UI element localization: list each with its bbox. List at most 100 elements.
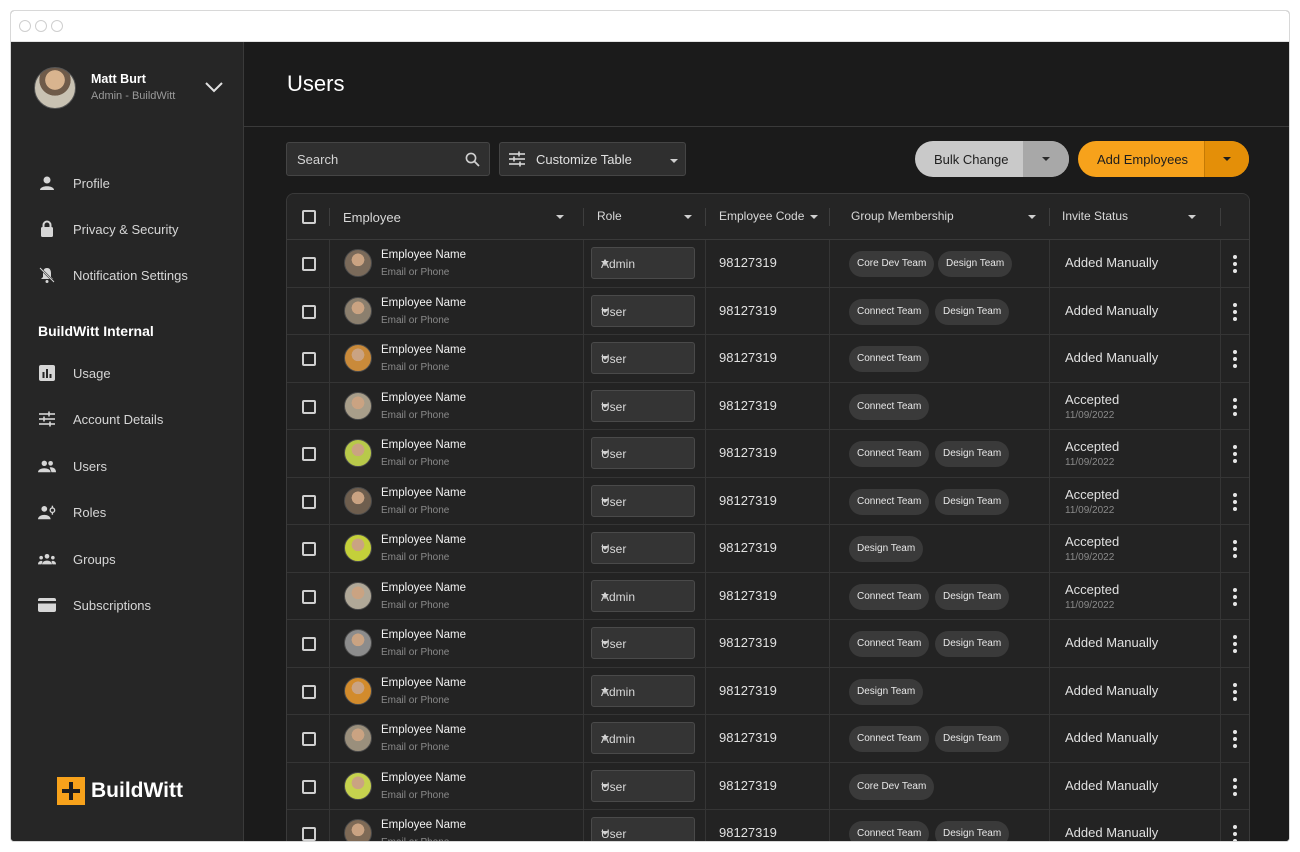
row-checkbox[interactable] <box>302 589 316 604</box>
column-header-invite-status[interactable]: Invite Status <box>1062 209 1128 223</box>
group-chip[interactable]: Core Dev Team <box>849 251 935 277</box>
sidebar-item-groups[interactable]: Groups <box>38 549 116 569</box>
role-select[interactable]: User <box>591 817 695 841</box>
group-chip[interactable]: Design Team <box>935 726 1010 752</box>
role-select[interactable]: User <box>591 484 695 517</box>
more-vert-icon[interactable] <box>1233 682 1237 701</box>
group-chip[interactable]: Connect Team <box>849 583 930 610</box>
window-minimize-dot[interactable] <box>35 20 47 32</box>
table-row[interactable]: Employee Name Email or Phone User 98127319 C… <box>287 335 1249 383</box>
row-checkbox[interactable] <box>302 779 316 794</box>
sidebar-item-roles[interactable]: Roles <box>38 502 106 522</box>
sidebar-item-account-details[interactable]: Account Details <box>38 409 163 429</box>
more-vert-icon[interactable] <box>1233 445 1237 463</box>
customize-table-dropdown[interactable]: Customize Table <box>499 142 686 176</box>
sidebar-item-usage[interactable]: Usage <box>38 363 111 383</box>
sidebar-item-privacy-security[interactable]: Privacy & Security <box>38 219 178 239</box>
table-row[interactable]: Employee Name Email or Phone Admin 98127319… <box>287 715 1249 763</box>
window-maximize-dot[interactable] <box>51 20 63 32</box>
more-vert-icon[interactable] <box>1233 397 1237 416</box>
more-vert-icon[interactable] <box>1233 540 1237 558</box>
group-chip[interactable]: Connect Team <box>849 631 930 657</box>
role-select[interactable]: Admin <box>591 579 695 612</box>
more-vert-icon[interactable] <box>1233 777 1237 796</box>
table-row[interactable]: Employee Name Email or Phone User 98127319 C… <box>287 477 1249 525</box>
table-row[interactable]: Employee Name Email or Phone User 98127319 C… <box>287 620 1249 668</box>
group-chip[interactable]: Design Team <box>935 488 1010 515</box>
group-chip[interactable]: Design Team <box>849 678 924 705</box>
table-row[interactable]: Employee Name Email or Phone Admin 98127319… <box>287 572 1249 620</box>
row-checkbox[interactable] <box>302 494 316 509</box>
group-chip[interactable]: Core Dev Team <box>849 773 935 800</box>
sort-caret-icon[interactable] <box>810 215 818 219</box>
group-chip[interactable]: Connect Team <box>849 393 930 420</box>
select-all-checkbox[interactable] <box>302 210 316 224</box>
table-row[interactable]: Employee Name Email or Phone User 98127319 C… <box>287 382 1249 430</box>
group-chip[interactable]: Design Team <box>935 583 1010 610</box>
more-vert-icon[interactable] <box>1233 635 1237 653</box>
role-select[interactable]: User <box>591 437 695 469</box>
more-vert-icon[interactable] <box>1233 825 1237 841</box>
role-select[interactable]: User <box>591 342 695 374</box>
role-select[interactable]: Admin <box>591 722 695 754</box>
more-vert-icon[interactable] <box>1233 492 1237 511</box>
sort-caret-icon[interactable] <box>1188 215 1196 219</box>
role-select[interactable]: User <box>591 294 695 327</box>
group-chip[interactable]: Design Team <box>935 821 1010 841</box>
sidebar-item-subscriptions[interactable]: Subscriptions <box>38 595 151 615</box>
chevron-down-icon[interactable] <box>204 77 224 97</box>
row-checkbox[interactable] <box>302 399 316 414</box>
column-header-group-membership[interactable]: Group Membership <box>851 209 954 223</box>
window-close-dot[interactable] <box>19 20 31 32</box>
add-employees-button[interactable]: Add Employees <box>1078 141 1249 177</box>
bulk-change-button[interactable]: Bulk Change <box>915 141 1069 177</box>
role-select[interactable]: User <box>591 389 695 422</box>
sort-caret-icon[interactable] <box>684 215 692 219</box>
search-icon[interactable] <box>465 152 480 167</box>
column-header-employee[interactable]: Employee <box>343 210 401 225</box>
row-checkbox[interactable] <box>302 447 316 461</box>
table-row[interactable]: Employee Name Email or Phone Admin 98127319… <box>287 667 1249 715</box>
sort-caret-icon[interactable] <box>1028 215 1036 219</box>
group-chip[interactable]: Connect Team <box>849 346 930 372</box>
role-select[interactable]: User <box>591 532 695 564</box>
more-vert-icon[interactable] <box>1233 255 1237 273</box>
table-row[interactable]: Employee Name Email or Phone User 98127319 D… <box>287 525 1249 573</box>
role-select[interactable]: User <box>591 769 695 802</box>
more-vert-icon[interactable] <box>1233 350 1237 368</box>
more-vert-icon[interactable] <box>1233 302 1237 321</box>
group-chip[interactable]: Connect Team <box>849 488 930 515</box>
row-checkbox[interactable] <box>302 257 316 271</box>
role-select[interactable]: User <box>591 627 695 659</box>
table-row[interactable]: Employee Name Email or Phone User 98127319 C… <box>287 762 1249 810</box>
role-select[interactable]: Admin <box>591 247 695 279</box>
group-chip[interactable]: Design Team <box>935 631 1010 657</box>
sidebar-item-profile[interactable]: Profile <box>38 173 110 193</box>
group-chip[interactable]: Design Team <box>935 298 1010 325</box>
group-chip[interactable]: Design Team <box>938 251 1013 277</box>
bulk-change-menu-button[interactable] <box>1023 141 1069 177</box>
row-checkbox[interactable] <box>302 684 316 699</box>
column-header-role[interactable]: Role <box>597 209 622 223</box>
column-header-employee-code[interactable]: Employee Code <box>719 209 804 223</box>
account-switcher[interactable]: Matt Burt Admin - BuildWitt <box>34 67 234 109</box>
group-chip[interactable]: Connect Team <box>849 726 930 752</box>
sort-caret-icon[interactable] <box>556 215 564 219</box>
group-chip[interactable]: Connect Team <box>849 821 930 841</box>
group-chip[interactable]: Design Team <box>935 441 1010 467</box>
add-employees-menu-button[interactable] <box>1204 141 1249 177</box>
row-checkbox[interactable] <box>302 827 316 841</box>
table-row[interactable]: Employee Name Email or Phone Admin 98127319… <box>287 240 1249 288</box>
table-row[interactable]: Employee Name Email or Phone User 98127319 C… <box>287 287 1249 335</box>
row-checkbox[interactable] <box>302 732 316 746</box>
row-checkbox[interactable] <box>302 637 316 651</box>
more-vert-icon[interactable] <box>1233 730 1237 748</box>
table-row[interactable]: Employee Name Email or Phone User 98127319 C… <box>287 810 1249 841</box>
more-vert-icon[interactable] <box>1233 587 1237 606</box>
table-row[interactable]: Employee Name Email or Phone User 98127319 C… <box>287 430 1249 478</box>
row-checkbox[interactable] <box>302 352 316 366</box>
group-chip[interactable]: Connect Team <box>849 298 930 325</box>
group-chip[interactable]: Connect Team <box>849 441 930 467</box>
sidebar-item-notification-settings[interactable]: Notification Settings <box>38 265 188 285</box>
group-chip[interactable]: Design Team <box>849 536 924 562</box>
